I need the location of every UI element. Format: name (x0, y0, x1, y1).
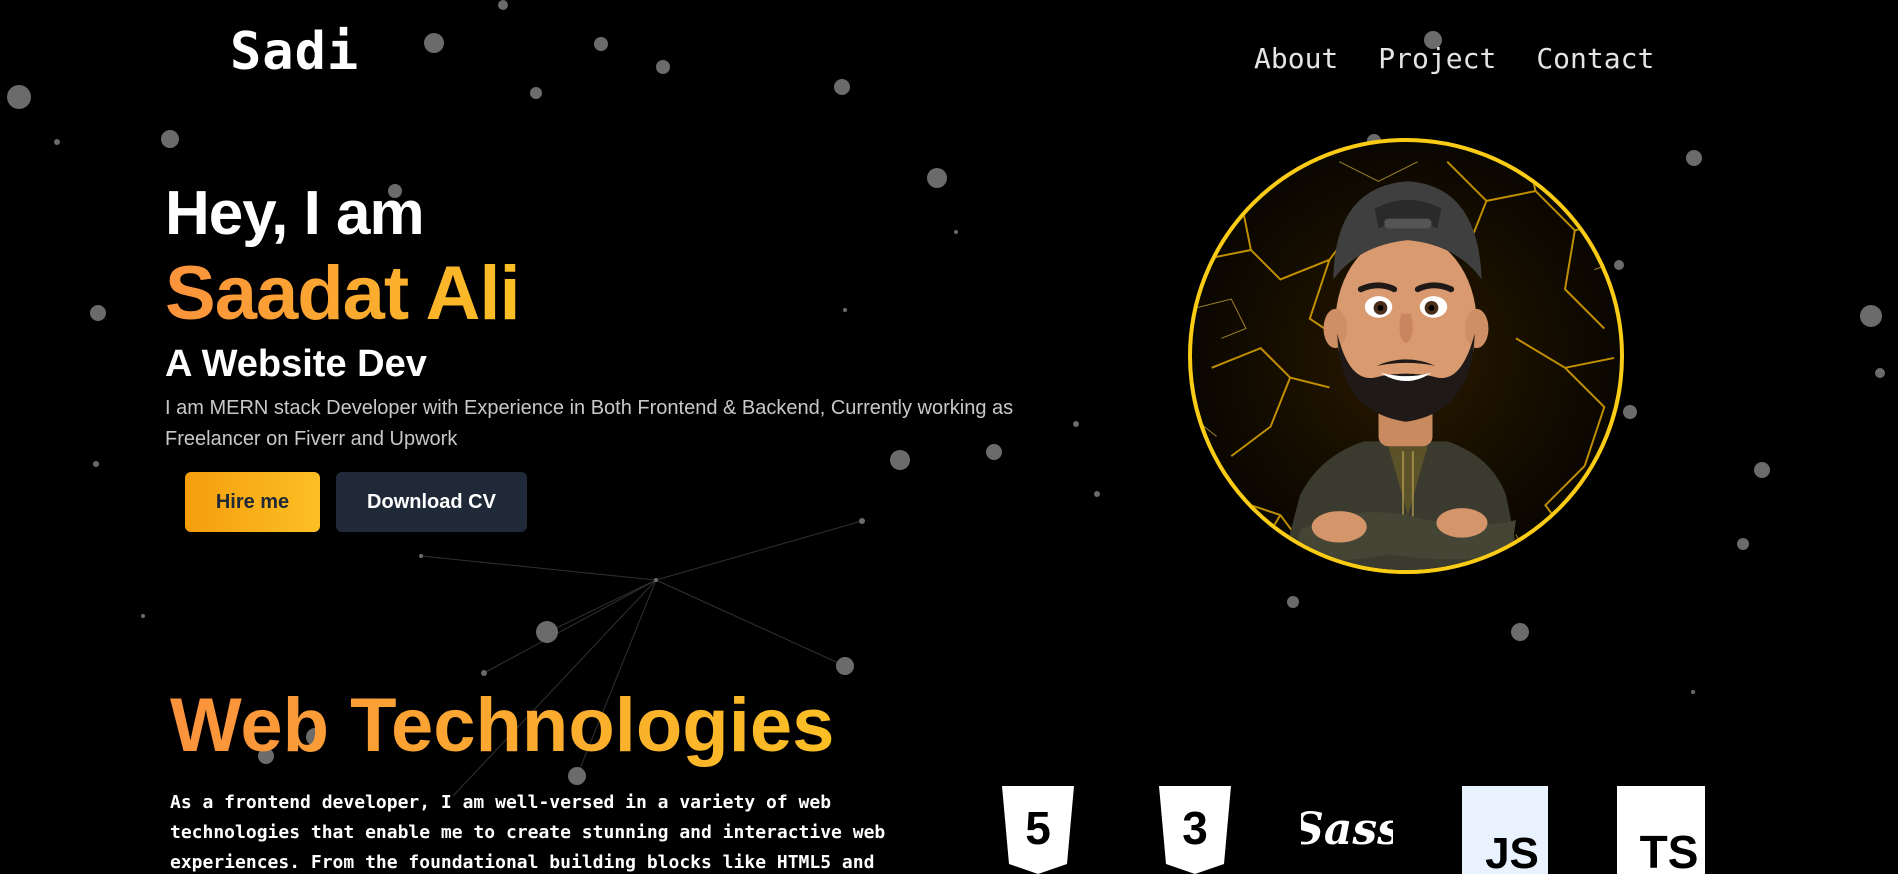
css3-glyph: 3 (1182, 802, 1208, 854)
download-cv-button[interactable]: Download CV (336, 472, 527, 532)
javascript-glyph: JS (1485, 829, 1539, 874)
html5-glyph: 5 (1025, 802, 1051, 854)
avatar-memoji-icon (1192, 151, 1620, 570)
hire-me-button[interactable]: Hire me (185, 472, 320, 532)
sass-icon: Sass (1301, 804, 1393, 855)
sass-glyph: Sass (1301, 804, 1393, 855)
technologies-title: Web Technologies (170, 683, 835, 768)
nav-about-link[interactable]: About (1254, 42, 1338, 75)
nav-contact-link[interactable]: Contact (1536, 42, 1654, 75)
main-nav: About Project Contact (1254, 42, 1654, 75)
html5-icon: 5 (1002, 786, 1074, 874)
site-logo[interactable]: Sadi (230, 22, 359, 82)
hero-name: Saadat Ali (165, 251, 521, 336)
css3-icon: 3 (1159, 786, 1231, 874)
hero-description: I am MERN stack Developer with Experienc… (165, 397, 1014, 450)
typescript-glyph: TS (1640, 826, 1699, 874)
javascript-icon: JS (1462, 786, 1548, 874)
tech-icon-row: 5 3 Sass JS TS (998, 786, 1708, 874)
hero-greeting: Hey, I am (165, 179, 425, 248)
technologies-description: As a frontend developer, I am well-verse… (170, 792, 886, 873)
hero-role: A Website Dev (165, 343, 427, 385)
nav-project-link[interactable]: Project (1378, 42, 1496, 75)
hero-actions: Hire me Download CV (185, 472, 527, 532)
avatar (1188, 138, 1624, 574)
typescript-icon: TS (1617, 786, 1705, 874)
portfolio-page: Sadi About Project Contact Hey, I am Saa… (0, 0, 1898, 874)
